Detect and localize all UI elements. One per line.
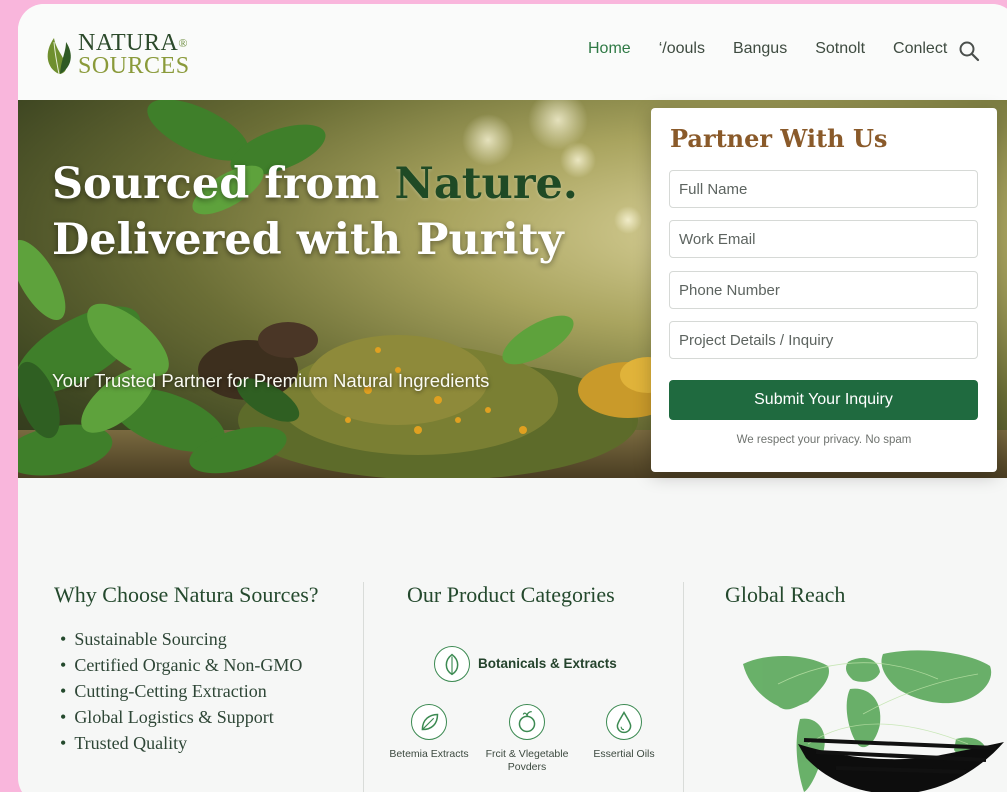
project-details-field[interactable] bbox=[669, 321, 978, 359]
redaction-scribble bbox=[798, 738, 1004, 792]
category-label-line1: Frcit & Vlegetable bbox=[485, 748, 569, 760]
leaf-icon[interactable] bbox=[434, 646, 470, 682]
submit-inquiry-button[interactable]: Submit Your Inquiry bbox=[669, 380, 978, 420]
phone-number-field[interactable] bbox=[669, 271, 978, 309]
main-nav: Home ‘/oouls Bangus Sotnolt Conlect bbox=[588, 40, 975, 58]
work-email-field[interactable] bbox=[669, 220, 978, 258]
full-name-field[interactable] bbox=[669, 170, 978, 208]
form-title: Partner With Us bbox=[670, 124, 888, 153]
category-label[interactable]: Betemia Extracts bbox=[384, 748, 474, 761]
why-title: Why Choose Natura Sources? bbox=[54, 582, 319, 607]
category-label[interactable]: Frcit & Vlegetable Povders bbox=[477, 748, 577, 774]
categories-title: Our Product Categories bbox=[407, 582, 615, 607]
column-divider bbox=[683, 582, 684, 792]
hero-title: Sourced from Nature. Delivered with Puri… bbox=[52, 156, 592, 268]
global-reach-title: Global Reach bbox=[725, 582, 846, 607]
category-label[interactable]: Essertial Oils bbox=[579, 748, 669, 761]
logo[interactable]: NATURA® SOURCES bbox=[44, 31, 190, 79]
oil-drop-icon[interactable] bbox=[606, 704, 642, 740]
fruit-icon[interactable] bbox=[509, 704, 545, 740]
category-label-line2: Povders bbox=[507, 761, 547, 773]
hero-title-highlight: Nature. bbox=[394, 159, 578, 209]
list-item: Global Logistics & Support bbox=[60, 704, 302, 730]
why-list: Sustainable Sourcing Certified Organic &… bbox=[60, 626, 302, 756]
list-item: Trusted Quality bbox=[60, 730, 302, 756]
logo-line2: SOURCES bbox=[78, 53, 190, 79]
hero-title-line2: Delivered with Purity bbox=[52, 215, 564, 265]
logo-leaf-icon bbox=[47, 38, 71, 75]
nav-item-2[interactable]: ‘/oouls bbox=[659, 40, 705, 58]
nav-item-home[interactable]: Home bbox=[588, 40, 631, 58]
list-item: Certified Organic & Non-GMO bbox=[60, 652, 302, 678]
nav-item-3[interactable]: Bangus bbox=[733, 40, 787, 58]
leaf-icon[interactable] bbox=[411, 704, 447, 740]
logo-registered-mark: ® bbox=[178, 36, 188, 50]
list-item: Cutting-Cetting Extraction bbox=[60, 678, 302, 704]
search-icon[interactable] bbox=[958, 40, 980, 62]
header: NATURA® SOURCES Home ‘/oouls Bangus Sotn… bbox=[18, 4, 1007, 100]
category-botanicals-label[interactable]: Botanicals & Extracts bbox=[478, 656, 617, 671]
hero-title-part1: Sourced from bbox=[52, 159, 395, 209]
hero-subtitle: Your Trusted Partner for Premium Natural… bbox=[52, 370, 490, 391]
page: NATURA® SOURCES Home ‘/oouls Bangus Sotn… bbox=[18, 4, 1007, 792]
partner-form: Partner With Us Submit Your Inquiry We r… bbox=[651, 108, 997, 472]
column-divider bbox=[363, 582, 364, 792]
list-item: Sustainable Sourcing bbox=[60, 626, 302, 652]
privacy-note: We respect your privacy. No spam bbox=[736, 434, 912, 446]
nav-item-contact[interactable]: Conlect bbox=[893, 40, 947, 58]
nav-item-4[interactable]: Sotnolt bbox=[815, 40, 865, 58]
